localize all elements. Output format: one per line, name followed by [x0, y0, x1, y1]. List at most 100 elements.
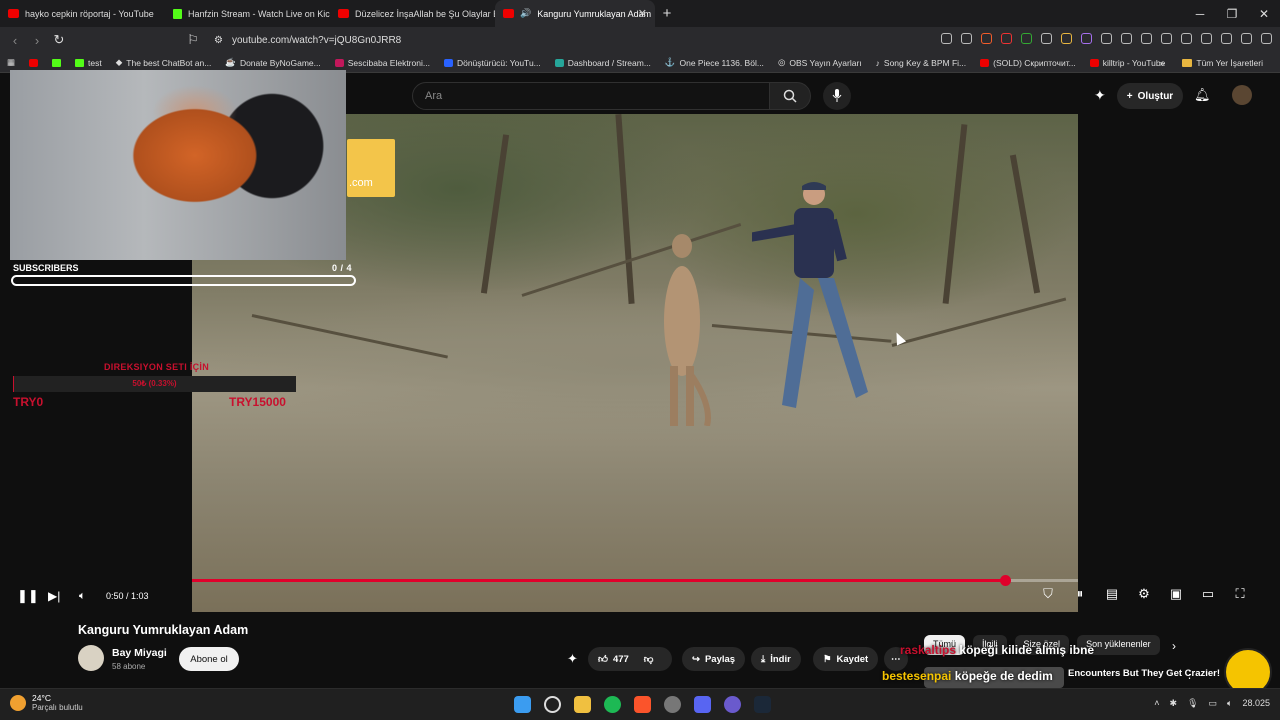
back-icon[interactable]: ‹	[4, 33, 26, 48]
search-icon[interactable]	[544, 696, 561, 713]
save-button[interactable]: ⚑ Kaydet	[813, 647, 879, 671]
site-info-icon[interactable]: ⚙	[214, 35, 223, 46]
shield-extension-icon[interactable]	[1041, 33, 1052, 44]
bookmark-item[interactable]: (SOLD) Скрипточит...	[973, 58, 1083, 68]
miniplayer-icon[interactable]: ▣	[1168, 586, 1184, 602]
microphone-icon[interactable]: 🎙︎	[1187, 698, 1198, 709]
bookmark-item[interactable]: ⚓ One Piece 1136. Böl...	[658, 57, 771, 68]
search-input[interactable]: Ara	[412, 82, 770, 110]
tab-hayko[interactable]: hayko cepkin röportaj - YouTube	[0, 0, 165, 27]
next-icon[interactable]: ▶|	[48, 589, 60, 603]
fullscreen-icon[interactable]: ⛶	[1232, 586, 1248, 602]
gemini-icon[interactable]: ✦	[1094, 87, 1106, 104]
theater-mode-icon[interactable]: ▭	[1200, 586, 1216, 602]
download-button[interactable]: ⤓ İndir	[751, 647, 801, 671]
chevron-up-icon[interactable]: ˄	[1154, 698, 1159, 709]
weather-widget[interactable]: 24°C Parçalı bulutlu	[10, 693, 83, 712]
discord-icon[interactable]	[694, 696, 711, 713]
vpn-icon[interactable]	[1021, 33, 1032, 44]
bookmark-item[interactable]: ◆ The best ChatBot an...	[109, 57, 219, 68]
forward-icon[interactable]: ›	[26, 33, 48, 48]
close-window-icon[interactable]: ✕	[1248, 0, 1280, 27]
bookmark-label: (SOLD) Скрипточит...	[993, 57, 1076, 68]
steam-icon[interactable]	[754, 696, 771, 713]
share-icon[interactable]	[961, 33, 972, 44]
wallet-icon[interactable]	[1201, 33, 1212, 44]
brave-icon[interactable]	[634, 696, 651, 713]
chevron-right-icon[interactable]: ›	[1172, 639, 1176, 653]
restore-icon[interactable]: ❐	[1216, 0, 1248, 27]
notifications-icon[interactable]: 🔔︎	[1194, 87, 1211, 103]
bookmark-youtube[interactable]	[22, 58, 45, 67]
progress-scrubber[interactable]	[999, 575, 1011, 586]
sidebar-icon[interactable]	[1181, 33, 1192, 44]
ad-overlay[interactable]: .com	[347, 139, 395, 197]
like-icon[interactable]: 👍︎	[598, 653, 608, 665]
install-icon[interactable]	[941, 33, 952, 44]
spotify-icon[interactable]	[604, 696, 621, 713]
brave-shield-icon[interactable]	[981, 33, 992, 44]
display-icon[interactable]: ▭	[1209, 698, 1218, 709]
bookmark-item[interactable]: Dashboard / Stream...	[548, 58, 658, 68]
search-button[interactable]	[769, 82, 811, 110]
menu-icon[interactable]	[1261, 33, 1272, 44]
like-count: 477	[612, 653, 629, 665]
autoplay-switch[interactable]: ⏸	[1072, 586, 1088, 602]
voice-search-button[interactable]	[823, 82, 851, 110]
clock[interactable]: 28.025	[1242, 698, 1270, 709]
channel-name[interactable]: Bay Miyagi	[112, 647, 167, 659]
more-options-icon[interactable]: ⋮	[1184, 668, 1195, 681]
apps-icon[interactable]: ▦	[0, 57, 22, 68]
progress-bar[interactable]	[192, 575, 1078, 586]
subscribe-button[interactable]: Abone ol	[179, 647, 239, 671]
create-label: Oluştur	[1137, 90, 1174, 102]
bookmark-label: Sescibaba Elektroni...	[347, 57, 430, 68]
shield-icon[interactable]	[1241, 33, 1252, 44]
volume-icon[interactable]: 🔈︎	[79, 589, 86, 603]
bluetooth-icon[interactable]: ✱	[1170, 698, 1178, 709]
dislike-icon[interactable]: 👎︎	[644, 653, 654, 665]
gemini-ask-icon[interactable]: ✦	[567, 651, 578, 667]
bookmark-icon[interactable]: ⚐	[182, 32, 204, 48]
tab-kick[interactable]: Hanfzin Stream - Watch Live on Kick	[165, 0, 330, 27]
reload-icon[interactable]: ↻	[48, 32, 70, 48]
bookmark-item[interactable]: Sescibaba Elektroni...	[328, 58, 437, 68]
tab-kanguru[interactable]: 🔊 Kanguru Yumruklayan Adam ✕	[495, 0, 655, 27]
brave-rewards-icon[interactable]	[1001, 33, 1012, 44]
account-avatar[interactable]	[1232, 85, 1252, 105]
autoplay-toggle-icon[interactable]: ⛉	[1040, 586, 1056, 602]
bookmark-item[interactable]: ☕ Donate ByNoGame...	[218, 57, 327, 68]
bookmark-item[interactable]: Dönüştürücü: YouTu...	[437, 58, 548, 68]
recommended-title[interactable]: Encounters But They Get Crazier!	[1068, 668, 1220, 679]
obs-icon[interactable]	[664, 696, 681, 713]
windows-start-icon[interactable]	[514, 696, 531, 713]
audio-icon[interactable]: 🔊	[520, 8, 531, 19]
puzzle-icon[interactable]	[1101, 33, 1112, 44]
pause-icon[interactable]: ❚❚	[17, 588, 39, 603]
media-icon[interactable]	[1161, 33, 1172, 44]
pen-extension-icon[interactable]	[1061, 33, 1072, 44]
bookmark-item[interactable]: test	[68, 58, 109, 68]
create-button[interactable]: + Oluştur	[1117, 83, 1183, 109]
chevron-right-icon[interactable]: »	[1160, 58, 1165, 68]
bookmark-kick[interactable]	[45, 58, 68, 67]
close-tab-icon[interactable]: ✕	[638, 7, 647, 20]
bookmark-item[interactable]: ◎ OBS Yayın Ayarları	[771, 57, 869, 68]
share-button[interactable]: ↪ Paylaş	[682, 647, 746, 671]
download-icon[interactable]	[1141, 33, 1152, 44]
ai-icon[interactable]	[1221, 33, 1232, 44]
channel-avatar[interactable]	[78, 645, 104, 671]
new-tab-button[interactable]: +	[655, 5, 679, 22]
speaker-icon[interactable]: 🔈︎	[1227, 698, 1232, 709]
purple-extension-icon[interactable]	[1081, 33, 1092, 44]
bookmark-item[interactable]: ♪ Song Key & BPM Fi...	[869, 58, 973, 68]
subtitles-icon[interactable]: ▤	[1104, 586, 1120, 602]
file-explorer-icon[interactable]	[574, 696, 591, 713]
all-bookmarks[interactable]: » Tüm Yer İşaretleri	[1153, 58, 1270, 68]
discord-ptb-icon[interactable]	[724, 696, 741, 713]
screenshot-icon[interactable]	[1121, 33, 1132, 44]
minimize-icon[interactable]: ─	[1184, 0, 1216, 27]
tab-duzelicez[interactable]: Düzelicez İnşaAllah be Şu Olaylar Bi	[330, 0, 495, 27]
settings-icon[interactable]: ⚙	[1136, 586, 1152, 602]
url-field[interactable]: ⚙ youtube.com/watch?v=jQU8Gn0JRR8	[210, 30, 1000, 50]
